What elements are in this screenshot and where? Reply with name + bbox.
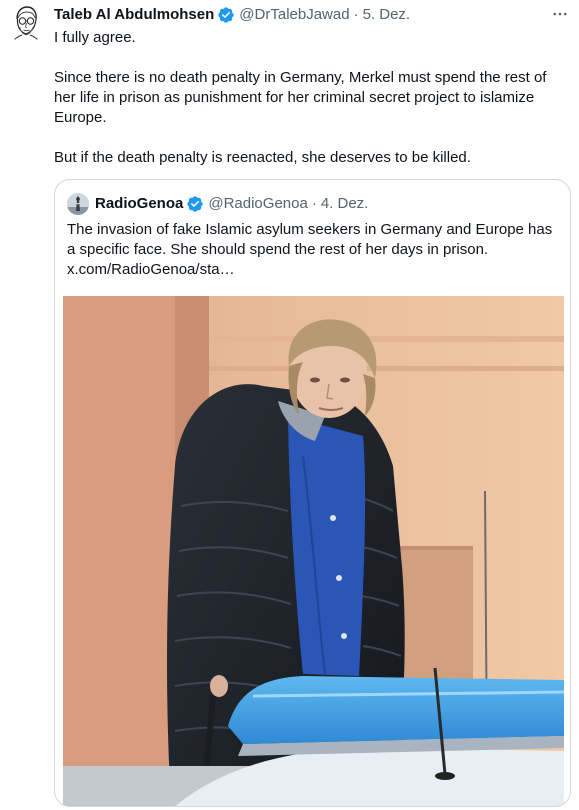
separator-dot: · [311,195,317,212]
quoted-tweet-text: The invasion of fake Islamic asylum seek… [67,220,562,280]
quoted-author-avatar[interactable] [67,193,89,215]
quoted-tweet-date[interactable]: 4. Dez. [321,194,369,214]
tweet-paragraph: Since there is no death penalty in Germa… [54,69,547,126]
quoted-tweet-card[interactable]: RadioGenoa @RadioGenoa · 4. Dez. The inv… [54,179,571,807]
lighthouse-icon [67,193,89,215]
author-handle[interactable]: @DrTalebJawad [239,5,349,25]
sketch-portrait-icon [8,4,44,44]
separator-dot: · [353,6,359,23]
tweet-paragraph: I fully agree. [54,29,136,46]
quoted-author-name[interactable]: RadioGenoa [95,194,183,214]
quoted-author-handle[interactable]: @RadioGenoa [208,194,307,214]
quoted-tweet-header: RadioGenoa @RadioGenoa · 4. Dez. [67,193,558,215]
tweet-text: I fully agree. Since there is no death p… [54,28,569,168]
quoted-tweet-photo[interactable] [63,296,564,806]
quoted-tweet-link[interactable]: x.com/RadioGenoa/sta… [67,260,562,280]
verified-badge-icon [217,6,235,24]
more-dots-icon [553,12,567,16]
tweet-date[interactable]: 5. Dez. [363,5,411,25]
verified-badge-icon [186,195,204,213]
tweet-paragraph: But if the death penalty is reenacted, s… [54,149,471,166]
tweet-header: Taleb Al Abdulmohsen @DrTalebJawad · 5. … [54,5,569,25]
author-avatar[interactable] [8,4,44,44]
more-options-button[interactable] [549,4,571,24]
author-name[interactable]: Taleb Al Abdulmohsen [54,5,214,25]
photo-woman-dark-jacket [63,296,564,806]
tweet: Taleb Al Abdulmohsen @DrTalebJawad · 5. … [0,0,579,810]
quoted-tweet-body: The invasion of fake Islamic asylum seek… [67,221,553,258]
